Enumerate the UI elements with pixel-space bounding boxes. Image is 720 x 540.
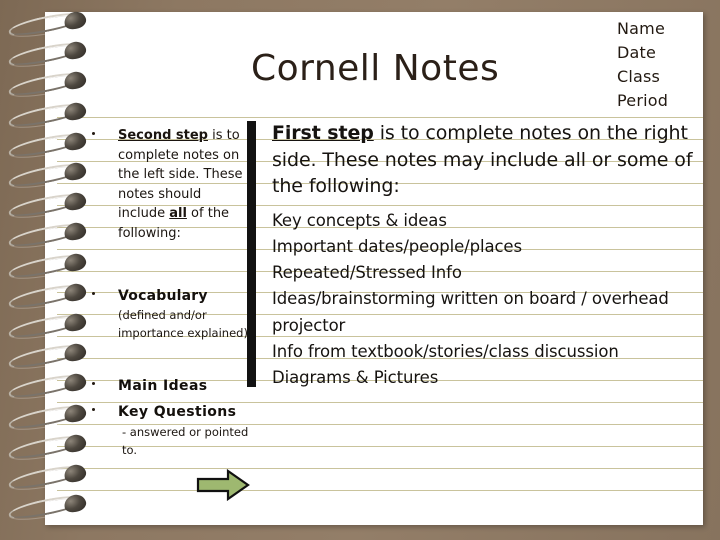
notes-list-item: Important dates/people/places [272, 236, 522, 256]
cue-vocabulary-heading: Vocabulary [118, 288, 208, 304]
notes-list-item: Info from textbook/stories/class discuss… [272, 341, 619, 361]
right-arrow-icon [196, 468, 250, 502]
header-line-date: Date [617, 43, 657, 62]
notes-list-item: Key concepts & ideas [272, 210, 447, 230]
bullet-icon [92, 292, 95, 295]
student-info-header: Name Date Class Period [617, 17, 668, 113]
bullet-icon [92, 132, 95, 135]
header-line-period: Period [617, 91, 669, 110]
notes-list-item: Diagrams & Pictures [272, 368, 439, 388]
bullet-icon [92, 382, 95, 385]
header-line-name: Name [617, 19, 666, 38]
page-title: Cornell Notes [251, 48, 500, 89]
cue-main-ideas-heading: Main Ideas [118, 378, 208, 394]
notes-list-item: Ideas/brainstorming written on board / o… [272, 289, 669, 335]
cue-item-second-step: Second step is to complete notes on the … [92, 126, 250, 243]
notes-intro-paragraph: First step is to complete notes on the r… [272, 120, 697, 200]
ruled-line [57, 117, 703, 118]
notes-column: First step is to complete notes on the r… [272, 120, 697, 392]
notes-item-list: Key concepts & ideas Important dates/peo… [272, 208, 697, 392]
cue-item-vocabulary: Vocabulary (defined and/or importance ex… [92, 286, 253, 342]
notes-list-item: Repeated/Stressed Info [272, 263, 462, 283]
cue-item-main-ideas: Main Ideas [92, 376, 208, 396]
cue-vocabulary-subtext: (defined and/or importance explained) [118, 308, 248, 340]
ruled-line [57, 468, 703, 469]
cue-item-key-questions: Key Questions - answered or pointed to. [92, 402, 258, 459]
cue-key-questions-subtext: - answered or pointed to. [122, 425, 249, 457]
ruled-line [57, 490, 703, 491]
cue-second-step-all: all [169, 206, 187, 221]
header-line-class: Class [617, 67, 661, 86]
cue-key-questions-heading: Key Questions [118, 404, 237, 420]
bullet-icon [92, 408, 95, 411]
cornell-notes-slide: Name Date Class Period Cornell Notes Sec… [0, 0, 720, 540]
right-arrow-svg [196, 468, 250, 502]
cue-second-step-lead: Second step [118, 128, 208, 143]
notes-first-step-lead: First step [272, 122, 374, 144]
